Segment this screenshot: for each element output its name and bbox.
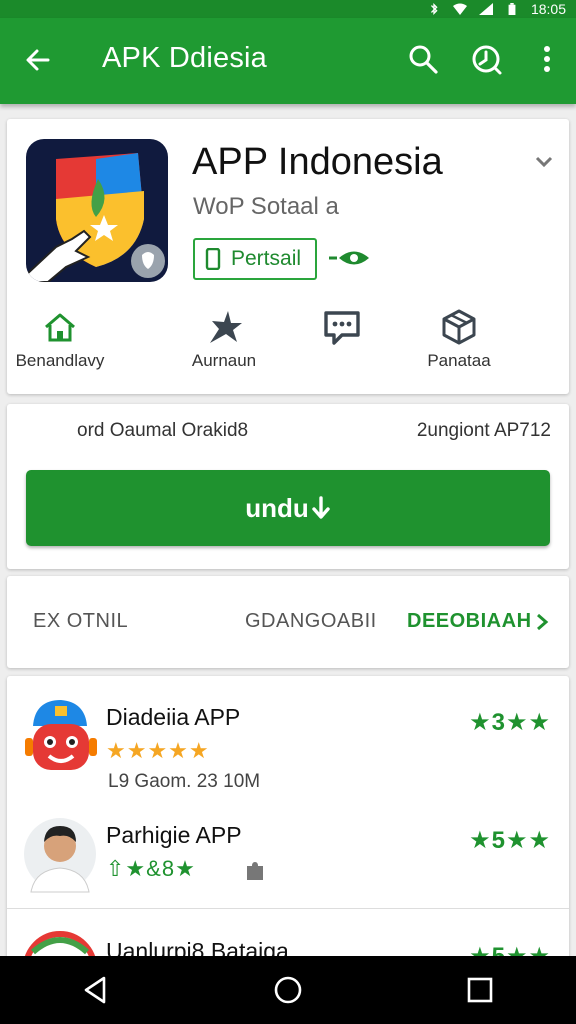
app-bar-title: APK Ddiesia	[102, 42, 267, 74]
puzzle-icon	[247, 862, 263, 880]
list-item-title: Parhigie APP	[106, 822, 242, 848]
quick-action-star[interactable]: Aurnaun	[159, 307, 289, 371]
search-icon[interactable]	[406, 42, 440, 76]
app-name: APP Indonesia	[192, 141, 443, 183]
download-card: ord Oaumal Orakid8 2ungiont AP712 undu	[7, 404, 569, 569]
bluetooth-icon	[430, 3, 438, 15]
nav-home-icon[interactable]	[272, 974, 304, 1006]
more-vert-icon[interactable]	[530, 42, 564, 76]
list-item[interactable]: Diadeiia APP ★★★★★ L9 Gaom. 23 10M ★3★★	[7, 676, 569, 792]
quick-action-label: Panataa	[427, 351, 491, 370]
nav-recents-icon[interactable]	[464, 974, 496, 1006]
list-item-rating: ★5★★	[469, 827, 551, 854]
meta-left: ord Oaumal Orakid8	[77, 420, 249, 441]
robot-avatar-icon	[25, 700, 97, 770]
download-button[interactable]: undu	[26, 470, 550, 546]
install-chip-label: Pertsail	[231, 247, 302, 270]
quick-action-home[interactable]: Benandlavy	[0, 307, 125, 371]
tab-changelog[interactable]: GDANGOABII	[245, 610, 377, 633]
developer-name[interactable]: WoP Sotaal a	[193, 193, 339, 221]
phone-icon	[205, 248, 221, 270]
battery-icon	[508, 3, 516, 15]
list-item-stars: ★★★★★	[106, 738, 210, 763]
tab-details[interactable]: EX OTNIL	[33, 610, 128, 633]
list-item[interactable]: Parhigie APP ⇧★&8★ ★5★★	[7, 794, 569, 904]
signal-icon	[478, 3, 493, 15]
download-arrow-icon	[312, 496, 330, 519]
star-icon	[210, 311, 242, 343]
install-chip[interactable]: Pertsail	[193, 238, 317, 280]
nav-back-icon[interactable]	[80, 974, 112, 1006]
download-button-label: undu	[245, 492, 309, 523]
status-bar: 18:05	[0, 0, 576, 18]
quick-actions: Benandlavy Aurnaun Panataa	[7, 307, 569, 377]
tab-download[interactable]: DEEOBIAAH	[407, 610, 532, 633]
meta-right: 2ungiont AP712	[416, 420, 551, 441]
divider	[7, 908, 569, 909]
eye-icon[interactable]	[329, 247, 371, 269]
app-logo-icon	[26, 139, 168, 282]
status-time: 18:05	[530, 1, 566, 17]
app-header-card: APP Indonesia WoP Sotaal a Pertsail Bena…	[7, 119, 569, 394]
system-nav-bar	[0, 956, 576, 1024]
quick-action-package[interactable]: Panataa	[394, 307, 524, 371]
list-item-subtitle: L9 Gaom. 23 10M	[108, 771, 261, 792]
history-icon[interactable]	[469, 42, 503, 76]
chat-icon	[324, 311, 360, 345]
list-item-title: Diadeiia APP	[106, 704, 241, 730]
related-apps-list: Diadeiia APP ★★★★★ L9 Gaom. 23 10M ★3★★ …	[7, 676, 569, 1005]
app-bar: APK Ddiesia	[0, 18, 576, 104]
quick-action-label: Benandlavy	[15, 351, 105, 370]
arrow-back-icon[interactable]	[22, 44, 54, 76]
list-item-stars: ⇧★&8★	[106, 856, 196, 881]
quick-action-chat[interactable]	[277, 307, 407, 351]
package-icon	[442, 309, 476, 345]
tabs-card: EX OTNIL GDANGOABII DEEOBIAAH	[7, 576, 569, 668]
person-avatar-icon	[24, 818, 96, 893]
list-item-rating: ★3★★	[469, 709, 551, 736]
quick-action-label: Aurnaun	[191, 351, 257, 370]
wifi-icon	[452, 3, 467, 15]
home-icon	[45, 313, 75, 342]
chevron-down-icon[interactable]	[533, 151, 555, 173]
chevron-right-icon[interactable]	[533, 612, 551, 632]
